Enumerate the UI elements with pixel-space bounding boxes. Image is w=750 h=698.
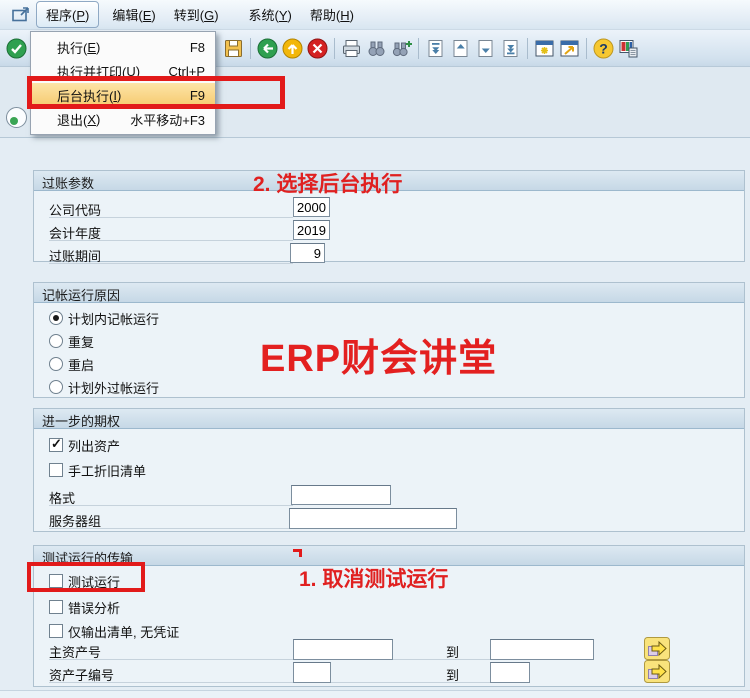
field-label-posting-period: 过账期间 (49, 242, 293, 264)
annotation-redbox-background-execute (27, 76, 285, 109)
radio-label[interactable]: 重复 (68, 332, 94, 351)
last-page-icon[interactable] (499, 37, 522, 60)
checkbox-label[interactable]: 手工折旧清单 (68, 461, 146, 480)
field-label-main-asset-number: 主资产号 (49, 638, 490, 660)
back-icon[interactable] (256, 37, 279, 60)
save-icon[interactable] (222, 37, 245, 60)
radio-row-planned-run: 计划内记帐运行 (49, 309, 159, 327)
checkbox-label[interactable]: 错误分析 (68, 598, 120, 617)
main-asset-from-input[interactable] (293, 639, 393, 660)
annotation-redbox-test-run (27, 562, 145, 592)
main-asset-multiple-selection-button[interactable] (644, 637, 670, 660)
field-label-company-code: 公司代码 (49, 196, 293, 218)
menubar: 程序(P) 编辑(E) 转到(G) 系统(Y) 帮助(H) (0, 0, 750, 30)
menu-program[interactable]: 程序(P) (36, 1, 99, 28)
radio-planned-run[interactable] (49, 311, 63, 325)
svg-text:?: ? (599, 40, 608, 56)
sap-window: 程序(P) 编辑(E) 转到(G) 系统(Y) 帮助(H) (0, 0, 750, 698)
asset-subnumber-from-input[interactable] (293, 662, 331, 683)
main-asset-to-input[interactable] (490, 639, 594, 660)
previous-page-icon[interactable] (449, 37, 472, 60)
toolbar-separator (334, 38, 335, 59)
menu-item-exit[interactable]: 退出(X) 水平移动+F3 (31, 107, 215, 131)
field-label-asset-subnumber: 资产子编号 (49, 661, 490, 683)
field-label-fiscal-year: 会计年度 (49, 219, 293, 241)
toolbar-separator (418, 38, 419, 59)
execute-icon[interactable] (6, 107, 27, 128)
checkbox-error-analysis[interactable] (49, 600, 63, 614)
radio-restart[interactable] (49, 357, 63, 371)
company-code-input[interactable] (293, 197, 330, 217)
asset-subnumber-to-input[interactable] (490, 662, 530, 683)
field-label-server-group: 服务器组 (49, 507, 291, 529)
annotation-step1: 1. 取消测试运行 (299, 563, 448, 593)
to-label: 到 (446, 642, 459, 661)
find-next-icon[interactable] (390, 37, 413, 60)
radio-label[interactable]: 计划内记帐运行 (68, 309, 159, 328)
checkbox-row-list-assets: 列出资产 (49, 436, 120, 454)
first-page-icon[interactable] (424, 37, 447, 60)
print-icon[interactable] (340, 37, 363, 60)
watermark-text: ERP财会讲堂 (260, 327, 497, 382)
annotation-corner-mark (293, 549, 302, 557)
posting-period-input[interactable] (290, 243, 325, 263)
asset-subnumber-multiple-selection-button[interactable] (644, 660, 670, 683)
annotation-step2: 2. 选择后台执行 (253, 168, 402, 198)
to-label: 到 (446, 665, 459, 684)
section-title-further-options: 进一步的期权 (34, 409, 744, 429)
menu-goto[interactable]: 转到(G) (165, 2, 228, 27)
menu-shortcut: 水平移动+F3 (120, 110, 205, 129)
new-session-icon[interactable] (533, 37, 556, 60)
checkbox-label[interactable]: 列出资产 (68, 436, 120, 455)
server-group-input[interactable] (289, 508, 457, 529)
menu-shortcut: F8 (180, 40, 205, 55)
selection-screen: 过账参数 公司代码 会计年度 过账期间 记帐运行原因 计划内记帐运行 重复 重启 (0, 138, 750, 698)
checkbox-row-error-analysis: 错误分析 (49, 598, 120, 616)
menu-system[interactable]: 系统(Y) (240, 2, 301, 27)
checkbox-list-only-no-documents[interactable] (49, 624, 63, 638)
checkbox-row-manual-depreciation-list: 手工折旧清单 (49, 461, 146, 479)
next-page-icon[interactable] (474, 37, 497, 60)
radio-label[interactable]: 计划外过帐运行 (68, 378, 159, 397)
system-menu-icon[interactable] (12, 7, 30, 22)
menu-item-execute[interactable]: 执行(E) F8 (31, 35, 215, 59)
find-icon[interactable] (365, 37, 388, 60)
radio-unplanned-run[interactable] (49, 380, 63, 394)
radio-row-unplanned-run: 计划外过帐运行 (49, 378, 159, 396)
radio-repeat[interactable] (49, 334, 63, 348)
exit-icon[interactable] (281, 37, 304, 60)
menu-edit[interactable]: 编辑(E) (103, 2, 164, 27)
section-title-run-reason: 记帐运行原因 (34, 283, 744, 303)
toolbar-separator (586, 38, 587, 59)
customize-layout-icon[interactable] (617, 37, 640, 60)
help-icon[interactable]: ? (592, 37, 615, 60)
toolbar-separator (250, 38, 251, 59)
continue-icon[interactable] (5, 37, 28, 60)
fiscal-year-input[interactable] (293, 220, 330, 240)
checkbox-list-assets[interactable] (49, 438, 63, 452)
section-further-options: 进一步的期权 列出资产 手工折旧清单 格式 服务器组 (33, 408, 745, 532)
create-shortcut-icon[interactable] (558, 37, 581, 60)
radio-row-repeat: 重复 (49, 332, 94, 350)
radio-label[interactable]: 重启 (68, 355, 94, 374)
cancel-icon[interactable] (306, 37, 329, 60)
radio-row-restart: 重启 (49, 355, 94, 373)
status-strip (0, 690, 750, 698)
menu-help[interactable]: 帮助(H) (301, 2, 363, 27)
field-label-format: 格式 (49, 484, 293, 506)
format-input[interactable] (291, 485, 391, 505)
toolbar-separator (527, 38, 528, 59)
checkbox-manual-depreciation-list[interactable] (49, 463, 63, 477)
